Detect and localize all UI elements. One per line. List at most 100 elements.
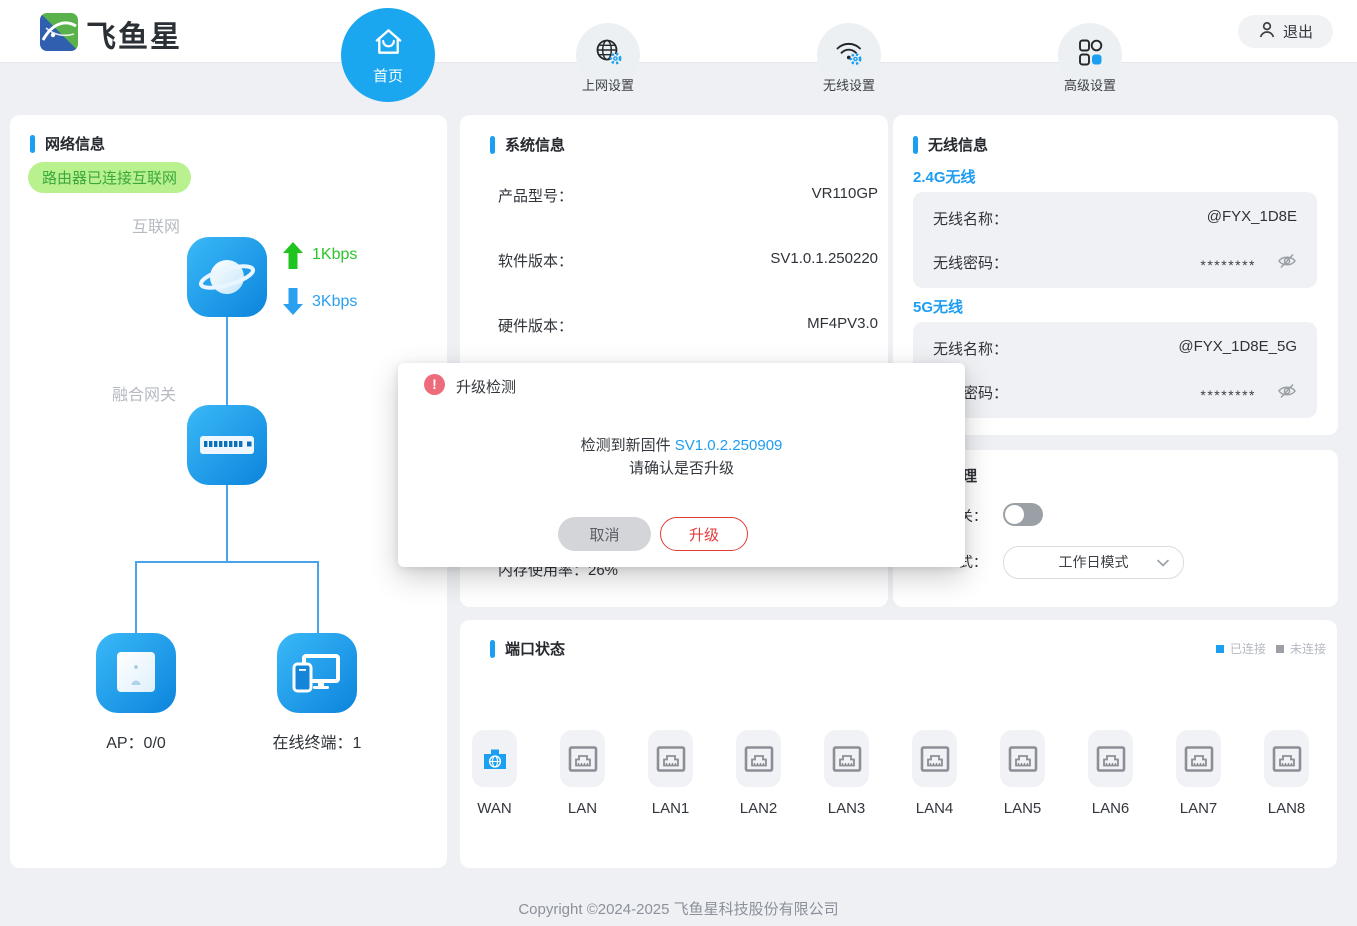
nav-item-label: 高级设置 xyxy=(1042,75,1138,94)
band-box-24g: 无线名称： @FYX_1D8E 无线密码： ******** xyxy=(913,192,1317,288)
ethernet-port-icon xyxy=(912,730,957,787)
port-lan[interactable]: LAN xyxy=(560,730,605,817)
router-dashboard: 飞鱼星 首页 上网设置 xyxy=(0,0,1357,926)
logout-label: 退出 xyxy=(1283,21,1313,42)
nav-item-label: 上网设置 xyxy=(560,75,656,94)
system-row-model: 产品型号： VR110GP xyxy=(498,185,878,206)
system-row-hardware: 硬件版本： MF4PV3.0 xyxy=(498,315,878,336)
topology-line xyxy=(317,561,319,635)
wifi-gear-icon xyxy=(801,37,897,72)
modal-title: 升级检测 xyxy=(456,376,516,397)
ethernet-port-icon xyxy=(824,730,869,787)
ports-row: WAN LAN LAN1 LAN2 LAN3 xyxy=(472,730,1309,817)
nav-item-label: 无线设置 xyxy=(801,75,897,94)
warning-icon: ! xyxy=(424,374,445,395)
port-lan1[interactable]: LAN1 xyxy=(648,730,693,817)
band-box-5g: 无线名称： @FYX_1D8E_5G 无线密码： ******** xyxy=(913,322,1317,418)
topology-line xyxy=(135,561,137,635)
title-bar xyxy=(30,135,35,153)
upload-speed: 1Kbps xyxy=(312,246,357,264)
ssid-row: 无线名称： @FYX_1D8E xyxy=(933,208,1297,229)
user-icon xyxy=(1258,21,1276,43)
nav-item-home[interactable]: 首页 xyxy=(341,8,435,102)
green-toggle[interactable] xyxy=(1003,503,1043,526)
copyright-footer: Copyright ©2024-2025 飞鱼星科技股份有限公司 xyxy=(0,898,1357,919)
ethernet-port-icon xyxy=(736,730,781,787)
topology-line xyxy=(135,561,319,563)
ssid-value: @FYX_1D8E xyxy=(1207,208,1297,229)
gateway-node-label: 融合网关 xyxy=(112,381,176,405)
ethernet-port-icon xyxy=(560,730,605,787)
password-row: 无线密码： ******** xyxy=(933,382,1297,403)
chevron-down-icon xyxy=(1157,559,1169,567)
legend-connected-swatch xyxy=(1216,645,1224,653)
port-lan5[interactable]: LAN5 xyxy=(1000,730,1045,817)
ethernet-port-icon xyxy=(1000,730,1045,787)
header: 飞鱼星 首页 上网设置 xyxy=(0,0,1357,63)
internet-node-icon[interactable] xyxy=(187,237,267,317)
upload-arrow-icon xyxy=(283,242,303,274)
password-value: ******** xyxy=(1200,253,1256,273)
ssid-label: 无线名称： xyxy=(933,208,1008,229)
topology-line xyxy=(226,317,228,407)
nav-item-advanced-settings[interactable]: 高级设置 xyxy=(1042,23,1138,94)
port-status-title: 端口状态 xyxy=(490,638,565,659)
ssid-label: 无线名称： xyxy=(933,338,1008,359)
ethernet-port-icon xyxy=(648,730,693,787)
brand-name: 飞鱼星 xyxy=(86,12,182,56)
ethernet-port-icon xyxy=(1176,730,1221,787)
nav-item-wireless-settings[interactable]: 无线设置 xyxy=(801,23,897,94)
logout-button[interactable]: 退出 xyxy=(1238,15,1333,48)
gateway-node-icon[interactable] xyxy=(187,405,267,485)
grid-icon xyxy=(1042,37,1138,72)
port-lan3[interactable]: LAN3 xyxy=(824,730,869,817)
port-lan4[interactable]: LAN4 xyxy=(912,730,957,817)
system-info-title: 系统信息 xyxy=(490,134,565,155)
nav-item-home-label: 首页 xyxy=(341,65,435,86)
ethernet-port-icon xyxy=(1264,730,1309,787)
row-label: 硬件版本： xyxy=(498,315,573,336)
port-lan7[interactable]: LAN7 xyxy=(1176,730,1221,817)
legend-disconnected-swatch xyxy=(1276,645,1284,653)
row-label: 软件版本： xyxy=(498,250,573,271)
row-value: VR110GP xyxy=(812,185,878,206)
password-label: 无线密码： xyxy=(933,252,1008,273)
title-bar xyxy=(490,640,495,658)
download-arrow-icon xyxy=(283,288,303,320)
password-row: 无线密码： ******** xyxy=(933,252,1297,273)
eye-off-icon[interactable] xyxy=(1277,253,1297,273)
port-lan8[interactable]: LAN8 xyxy=(1264,730,1309,817)
internet-node-label: 互联网 xyxy=(132,213,180,237)
brand: 飞鱼星 xyxy=(40,12,182,56)
title-bar xyxy=(490,136,495,154)
system-row-software: 软件版本： SV1.0.1.250220 xyxy=(498,250,878,271)
brand-logo-icon xyxy=(40,13,78,56)
upgrade-modal: ! 升级检测 检测到新固件 SV1.0.2.250909 请确认是否升级 取消 … xyxy=(398,363,965,567)
row-value: MF4PV3.0 xyxy=(807,315,878,336)
cancel-button[interactable]: 取消 xyxy=(558,517,651,551)
network-info-card xyxy=(10,115,447,868)
port-wan[interactable]: WAN xyxy=(472,730,517,817)
row-label: 产品型号： xyxy=(498,185,573,206)
eye-off-icon[interactable] xyxy=(1277,383,1297,403)
band-title-24g: 2.4G无线 xyxy=(913,166,976,187)
port-lan2[interactable]: LAN2 xyxy=(736,730,781,817)
ap-node-icon[interactable] xyxy=(96,633,176,713)
modal-message-line1: 检测到新固件 SV1.0.2.250909 xyxy=(398,434,965,455)
row-value: SV1.0.1.250220 xyxy=(770,250,878,271)
ssid-value: @FYX_1D8E_5G xyxy=(1178,338,1297,359)
upgrade-button[interactable]: 升级 xyxy=(660,517,748,551)
port-lan6[interactable]: LAN6 xyxy=(1088,730,1133,817)
wan-port-connected-icon xyxy=(472,730,517,787)
firmware-version-link[interactable]: SV1.0.2.250909 xyxy=(675,437,783,454)
network-info-title: 网络信息 xyxy=(30,133,105,154)
wireless-info-title: 无线信息 xyxy=(913,134,988,155)
mode-select[interactable]: 工作日模式 xyxy=(1003,546,1184,579)
mode-select-value: 工作日模式 xyxy=(1059,554,1129,570)
nav-item-wan-settings[interactable]: 上网设置 xyxy=(560,23,656,94)
legend-disconnected: 未连接 xyxy=(1276,640,1326,657)
title-bar xyxy=(913,136,918,154)
topology-line xyxy=(226,485,228,563)
terminals-node-icon[interactable] xyxy=(277,633,357,713)
terminals-count-label: 在线终端：1 xyxy=(257,729,377,753)
